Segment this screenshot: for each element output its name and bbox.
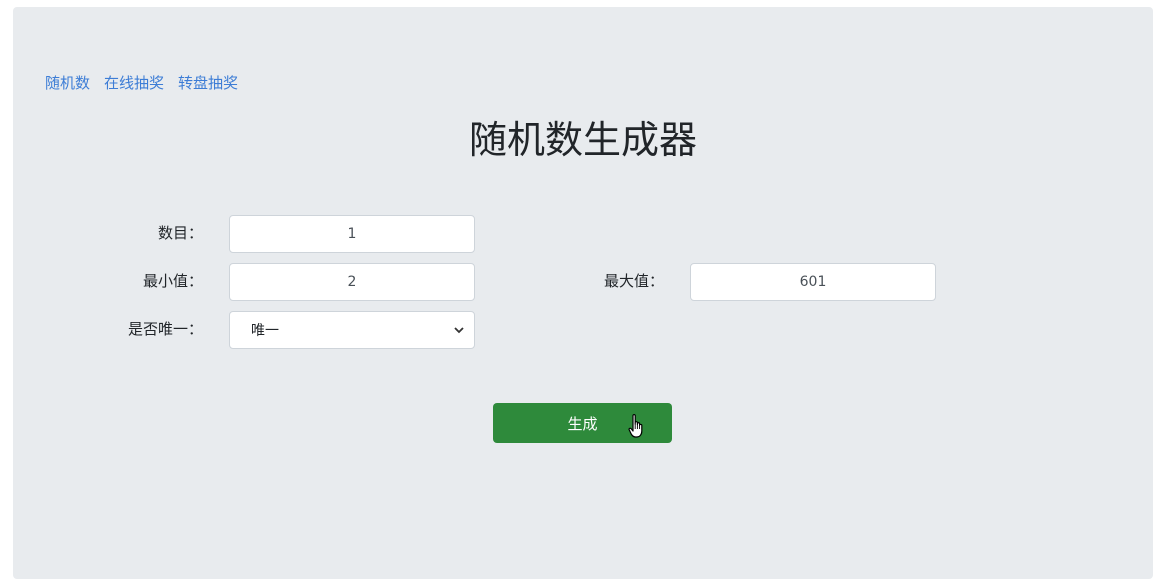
unique-label: 是否唯一： — [127, 320, 203, 338]
unique-select-value: 唯一 — [251, 323, 279, 339]
hand-pointer-icon — [628, 414, 643, 438]
nav-link-wheel-lottery[interactable]: 转盘抽奖 — [178, 73, 238, 93]
chevron-down-icon — [454, 325, 464, 335]
min-input[interactable] — [229, 263, 475, 301]
main-panel: 随机数 在线抽奖 转盘抽奖 随机数生成器 数目： 最小值： 最大值： 是否唯一：… — [13, 7, 1153, 579]
max-input[interactable] — [690, 263, 936, 301]
unique-select[interactable]: 唯一 — [229, 311, 475, 349]
nav-link-online-lottery[interactable]: 在线抽奖 — [104, 73, 164, 93]
count-label: 数目： — [157, 224, 203, 242]
max-label: 最大值： — [603, 272, 664, 290]
nav-link-random-number[interactable]: 随机数 — [45, 73, 90, 93]
min-label: 最小值： — [142, 272, 203, 290]
top-nav: 随机数 在线抽奖 转盘抽奖 — [45, 73, 252, 93]
count-input[interactable] — [229, 215, 475, 253]
page-title: 随机数生成器 — [468, 118, 697, 162]
